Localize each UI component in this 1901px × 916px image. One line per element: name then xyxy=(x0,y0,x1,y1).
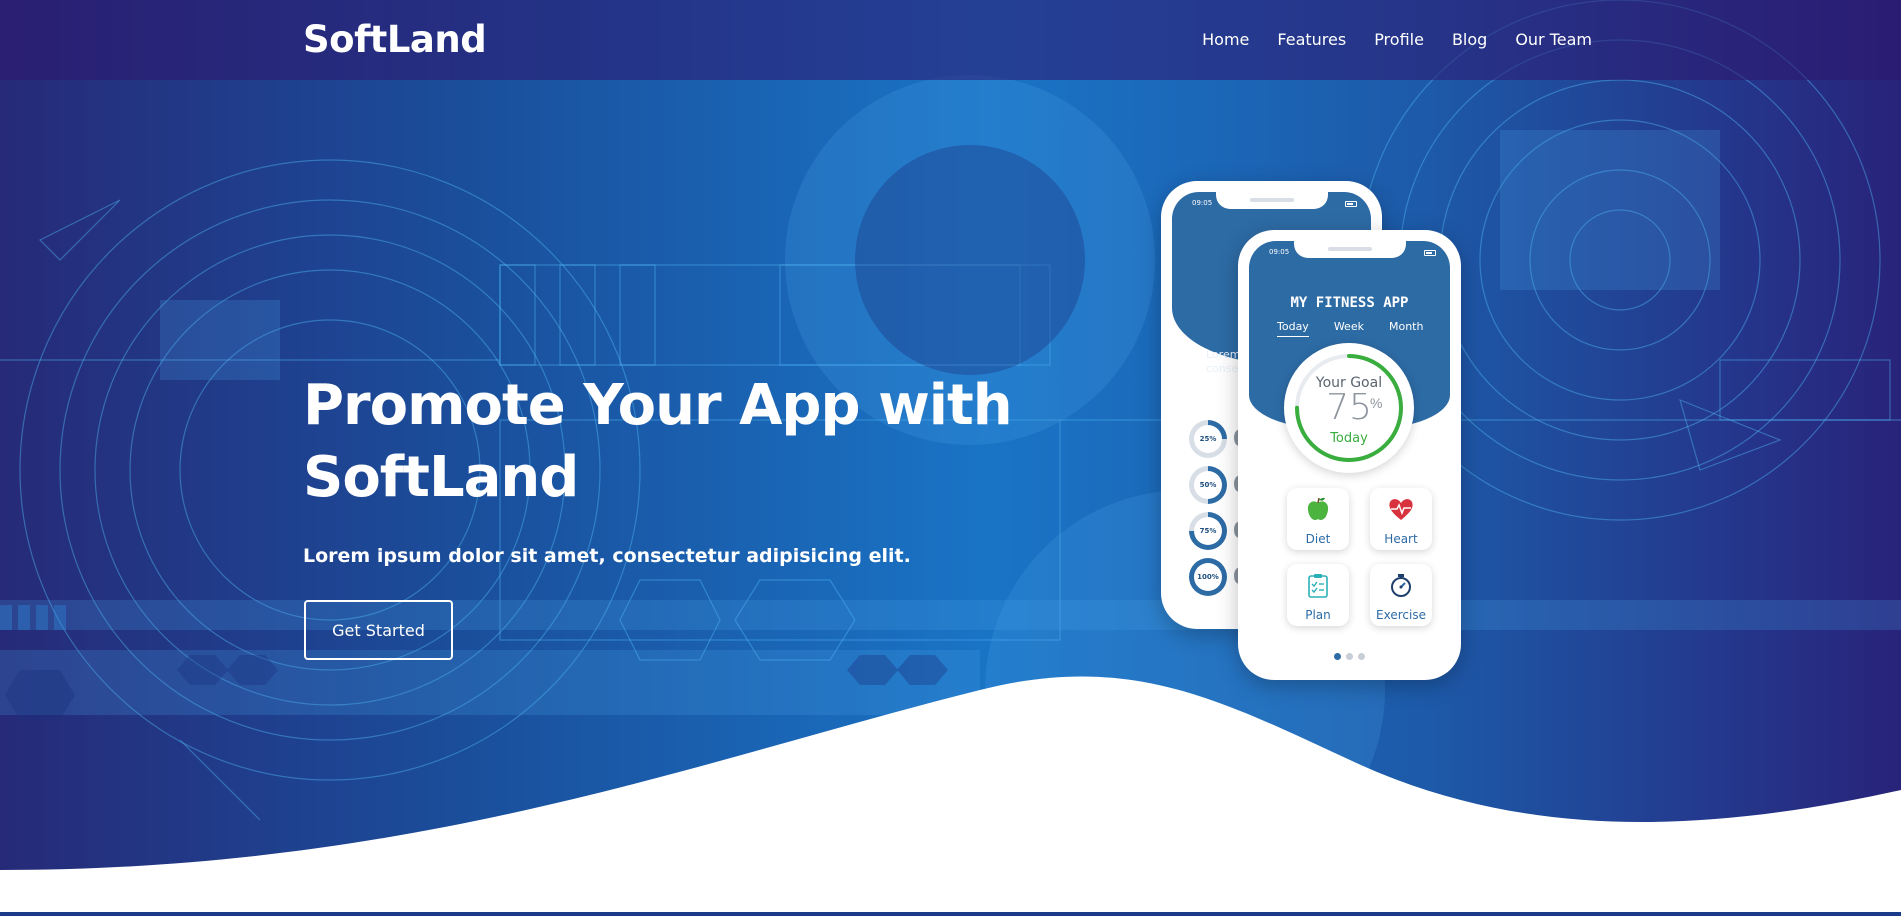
nav-item-our-team: Our Team xyxy=(1515,30,1592,50)
progress-ring: 25% xyxy=(1189,420,1227,458)
heart-tile-label: Heart xyxy=(1384,532,1418,546)
nav-link-home[interactable]: Home xyxy=(1202,30,1249,49)
tab-week[interactable]: Week xyxy=(1334,320,1364,337)
nav-item-profile: Profile xyxy=(1374,30,1424,50)
nav-link-blog[interactable]: Blog xyxy=(1452,30,1487,49)
pager-dot[interactable] xyxy=(1358,653,1365,660)
battery-icon xyxy=(1345,201,1357,207)
nav-link-features[interactable]: Features xyxy=(1277,30,1346,49)
nav-item-features: Features xyxy=(1277,30,1346,50)
hero-headline-line2: SoftLand xyxy=(303,445,579,510)
nav-links: Home Features Profile Blog Our Team xyxy=(1202,30,1592,50)
goal-period: Today xyxy=(1330,431,1368,446)
get-started-button[interactable]: Get Started xyxy=(304,600,453,660)
apple-icon xyxy=(1307,497,1329,520)
battery-icon xyxy=(1424,250,1436,256)
pager-dot[interactable] xyxy=(1334,653,1341,660)
feature-tiles: Diet Heart Plan Exercise xyxy=(1287,488,1432,626)
hero-section: SoftLand Home Features Profile Blog Our … xyxy=(0,0,1901,916)
status-time: 09:05 xyxy=(1269,248,1290,256)
tab-month[interactable]: Month xyxy=(1389,320,1423,337)
heart-tile[interactable]: Heart xyxy=(1370,488,1432,550)
tab-today[interactable]: Today xyxy=(1277,320,1309,337)
phone-mockup-front: 09:05 MY FITNESS APP Today Week Month Yo… xyxy=(1238,230,1461,680)
pager-dot[interactable] xyxy=(1346,653,1353,660)
diet-tile-label: Diet xyxy=(1305,532,1331,546)
nav-item-home: Home xyxy=(1202,30,1249,50)
hero-headline-line1: Promote Your App with xyxy=(303,373,1013,438)
progress-ring-label: 25% xyxy=(1199,435,1217,443)
brand-logo[interactable]: SoftLand xyxy=(303,18,487,61)
progress-ring: 100% xyxy=(1189,558,1227,596)
phone-front-screen: 09:05 MY FITNESS APP Today Week Month Yo… xyxy=(1249,241,1450,669)
progress-ring-label: 100% xyxy=(1197,573,1219,581)
hero-headline: Promote Your App with SoftLand xyxy=(303,370,1063,514)
stopwatch-icon xyxy=(1391,574,1411,597)
exercise-tile-label: Exercise xyxy=(1376,608,1426,622)
progress-ring: 50% xyxy=(1189,466,1227,504)
status-time: 09:05 xyxy=(1192,199,1213,207)
period-tabs: Today Week Month xyxy=(1277,320,1423,337)
exercise-tile[interactable]: Exercise xyxy=(1370,564,1432,626)
heart-icon xyxy=(1389,499,1413,520)
goal-value: 75 xyxy=(1326,387,1372,428)
phone-notch xyxy=(1293,241,1406,258)
plan-tile-label: Plan xyxy=(1305,608,1331,622)
goal-unit: % xyxy=(1370,395,1383,411)
pager-dots xyxy=(1249,653,1450,660)
clipboard-icon xyxy=(1308,574,1328,598)
hero-subtitle: Lorem ipsum dolor sit amet, consectetur … xyxy=(303,545,911,567)
progress-ring: 75% xyxy=(1189,512,1227,550)
top-navbar: SoftLand Home Features Profile Blog Our … xyxy=(0,0,1901,80)
progress-ring-label: 75% xyxy=(1199,527,1217,535)
nav-item-blog: Blog xyxy=(1452,30,1487,50)
fitness-app-title: MY FITNESS APP xyxy=(1290,295,1409,311)
phone-notch xyxy=(1215,192,1328,209)
nav-link-our-team[interactable]: Our Team xyxy=(1515,30,1592,49)
goal-progress-circle: Your Goal 75 % Today xyxy=(1284,343,1414,473)
diet-tile[interactable]: Diet xyxy=(1287,488,1349,550)
plan-tile[interactable]: Plan xyxy=(1287,564,1349,626)
progress-ring-label: 50% xyxy=(1199,481,1217,489)
nav-link-profile[interactable]: Profile xyxy=(1374,30,1424,49)
